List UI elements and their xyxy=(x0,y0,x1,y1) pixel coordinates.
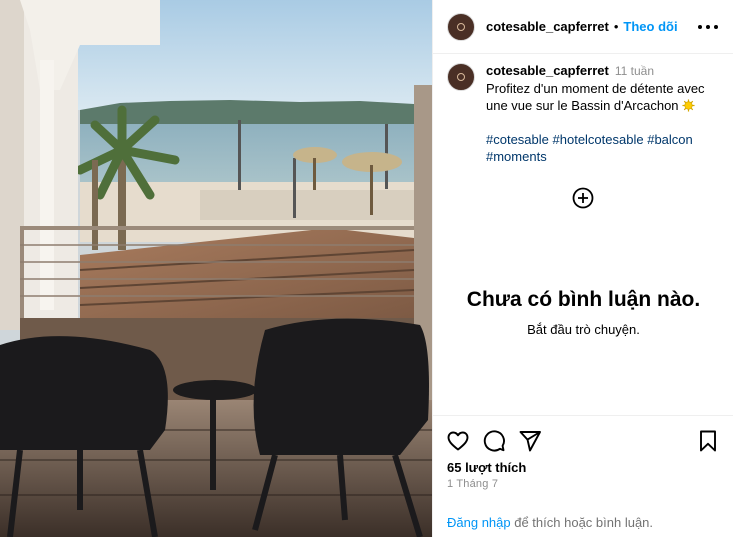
hashtags: #cotesable #hotelcotesable #balcon #mome… xyxy=(486,131,712,165)
separator-dot: • xyxy=(613,19,619,34)
caption-timestamp[interactable]: 11 tuần xyxy=(615,64,654,78)
caption: cotesable_capferret 11 tuần Profitez d'un… xyxy=(447,62,723,165)
caption-body: cotesable_capferret 11 tuần Profitez d'un… xyxy=(486,62,712,165)
action-icons xyxy=(446,429,722,455)
send-icon[interactable] xyxy=(518,429,542,453)
action-bar: 65 lượt thích 1 Tháng 7 Đăng nhập để thí… xyxy=(433,415,733,537)
login-prompt-text: để thích hoặc bình luận. xyxy=(510,515,654,530)
like-count[interactable]: 65 lượt thích xyxy=(447,460,526,475)
more-options-icon[interactable] xyxy=(698,18,718,36)
heart-icon[interactable] xyxy=(446,429,470,453)
post-date[interactable]: 1 Tháng 7 xyxy=(447,478,498,490)
avatar[interactable] xyxy=(447,12,475,41)
sun-emoji-icon xyxy=(682,99,695,112)
hashtag-link[interactable]: #hotelcotesable xyxy=(553,132,644,147)
instagram-post-modal: cotesable_capferret • Theo dõi cotesable… xyxy=(0,0,733,537)
post-photo[interactable] xyxy=(0,0,432,537)
logo-mark-icon xyxy=(457,22,465,31)
add-circle-icon[interactable] xyxy=(572,187,594,209)
post-side-panel: cotesable_capferret • Theo dõi cotesable… xyxy=(432,0,733,537)
header-username-link[interactable]: cotesable_capferret xyxy=(486,19,609,34)
caption-text: Profitez d'un moment de détente avec une… xyxy=(486,81,705,113)
no-comments-subtitle: Bắt đầu trò chuyện. xyxy=(527,322,640,337)
bookmark-icon[interactable] xyxy=(696,429,720,453)
balcony-sea-view-image xyxy=(0,0,432,537)
comment-icon[interactable] xyxy=(482,429,506,453)
hashtag-link[interactable]: #moments xyxy=(486,149,547,164)
hashtag-link[interactable]: #balcon xyxy=(647,132,693,147)
caption-username-link[interactable]: cotesable_capferret xyxy=(486,63,609,78)
login-prompt: Đăng nhập để thích hoặc bình luận. xyxy=(447,515,653,530)
follow-button[interactable]: Theo dõi xyxy=(623,19,677,34)
logo-mark-icon xyxy=(457,73,465,81)
caption-avatar[interactable] xyxy=(447,63,475,91)
no-comments-title: Chưa có bình luận nào. xyxy=(466,288,701,311)
login-link[interactable]: Đăng nhập xyxy=(447,515,511,530)
hashtag-link[interactable]: #cotesable xyxy=(486,132,549,147)
post-header: cotesable_capferret • Theo dõi xyxy=(433,0,733,54)
